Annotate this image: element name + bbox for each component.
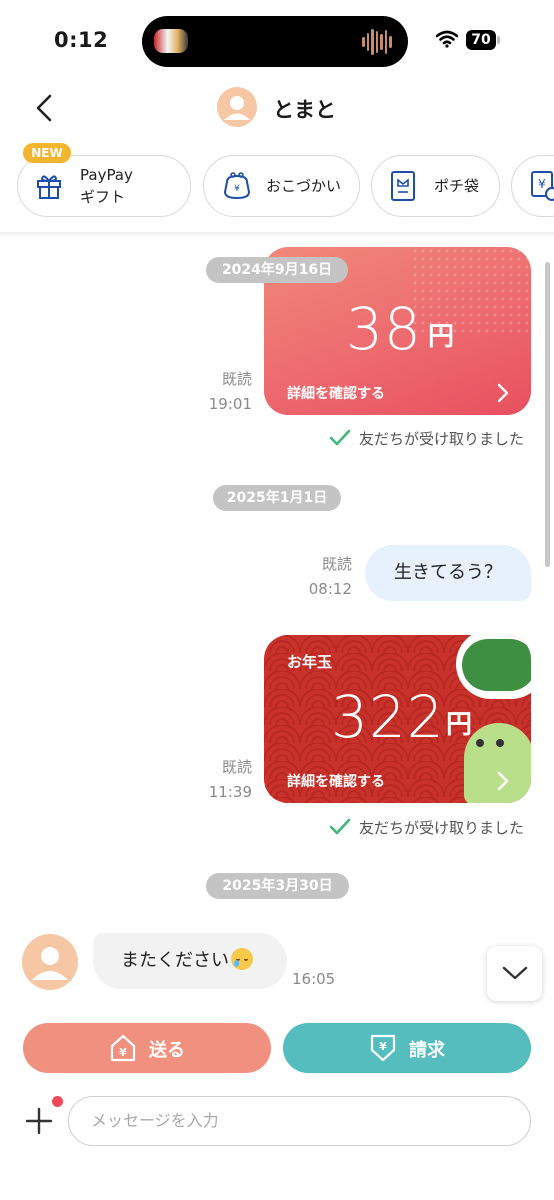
now-playing-artwork <box>154 29 188 53</box>
snake-eye-right <box>496 739 504 747</box>
svg-text:¥: ¥ <box>119 1046 127 1059</box>
chip-label-gift: ギフト <box>80 188 126 206</box>
card2-currency: 円 <box>446 710 473 740</box>
friend-avatar[interactable] <box>22 934 78 990</box>
envelope-icon <box>391 171 415 201</box>
chip-label-allowance: おこづかい <box>266 177 342 195</box>
card2-detail-link[interactable]: 詳細を確認する <box>287 771 385 791</box>
date-separator-2: 2025年1月1日 <box>213 485 341 511</box>
audio-waveform-icon <box>362 28 393 56</box>
svg-text:¥: ¥ <box>234 184 240 194</box>
status-time: 0:12 <box>54 28 109 52</box>
text1-read-status: 既読 <box>321 555 352 573</box>
send-label: 送る <box>149 1040 185 1061</box>
scroll-to-bottom-button[interactable] <box>487 946 542 1001</box>
chat-scrollbar[interactable] <box>545 262 550 567</box>
chevron-right-icon <box>497 383 509 403</box>
dynamic-island <box>142 16 408 67</box>
card1-read-status: 既読 <box>221 370 252 388</box>
status-bar: 0:12 70 <box>0 0 554 84</box>
incoming-message-bubble[interactable]: またください <box>93 933 287 989</box>
pine-leaves <box>462 639 531 691</box>
gift-icon <box>37 175 61 199</box>
check-icon <box>329 818 351 835</box>
contact-name: とまと <box>273 98 336 122</box>
wallet-icon: ¥ <box>223 172 251 200</box>
incoming-time: 16:05 <box>292 970 336 988</box>
chevron-down-icon <box>502 966 528 980</box>
pochibukuro-chip[interactable]: ポチ袋 <box>371 155 500 217</box>
send-button[interactable]: ¥ 送る <box>23 1023 271 1073</box>
header-divider <box>0 232 554 238</box>
battery-tip <box>497 36 500 44</box>
plus-button[interactable] <box>24 1106 54 1136</box>
date-separator-1: 2024年9月16日 <box>206 257 348 283</box>
quick-actions-row: PayPay ギフト ¥ おこづかい ポチ袋 ¥ <box>0 150 554 222</box>
snake-mascot <box>464 723 531 803</box>
card1-time: 19:01 <box>208 395 252 413</box>
person-icon <box>32 947 68 980</box>
person-icon <box>224 96 250 120</box>
request-button[interactable]: ¥ 請求 <box>283 1023 531 1073</box>
outgoing-message-bubble[interactable]: 生きてるう？ <box>365 545 531 601</box>
paypay-gift-chip[interactable]: PayPay ギフト <box>17 155 191 217</box>
incoming-message-text: またください <box>121 950 229 971</box>
card1-amount: 38 <box>346 295 422 363</box>
payment-card-2[interactable]: お年玉 322 円 詳細を確認する <box>264 635 531 803</box>
chevron-right-icon <box>497 771 509 791</box>
chip-label-paypay: PayPay <box>80 166 133 184</box>
new-badge: NEW <box>23 143 71 163</box>
svg-text:¥: ¥ <box>379 1040 387 1053</box>
contact-avatar[interactable] <box>217 87 257 127</box>
card2-received-text: 友だちが受け取りました <box>359 819 525 837</box>
card2-title: お年玉 <box>287 653 333 671</box>
card2-amount: 322 <box>331 683 445 751</box>
chip-label-pochibukuro: ポチ袋 <box>434 177 480 195</box>
crying-face-emoji-icon <box>231 948 253 970</box>
request-money-icon: ¥ <box>370 1034 396 1062</box>
notification-dot <box>52 1096 63 1107</box>
chat-header: とまと <box>0 84 554 134</box>
message-input[interactable]: メッセージを入力 <box>68 1096 531 1146</box>
text1-time: 08:12 <box>308 580 352 598</box>
allowance-chip[interactable]: ¥ おこづかい <box>203 155 360 217</box>
scheduled-payment-icon: ¥ <box>531 171 554 201</box>
wifi-icon <box>436 30 458 48</box>
card1-detail-link[interactable]: 詳細を確認する <box>287 383 385 403</box>
card1-currency: 円 <box>428 322 455 352</box>
back-button[interactable] <box>30 90 60 126</box>
date-separator-3: 2025年3月30日 <box>206 873 349 899</box>
check-icon <box>329 429 351 446</box>
send-money-icon: ¥ <box>110 1034 136 1062</box>
request-label: 請求 <box>409 1040 445 1061</box>
card1-received-text: 友だちが受け取りました <box>359 430 525 448</box>
card2-time: 11:39 <box>208 783 252 801</box>
battery-level: 70 <box>466 30 496 50</box>
card2-read-status: 既読 <box>221 758 252 776</box>
svg-text:¥: ¥ <box>538 177 546 191</box>
snake-eye-left <box>476 739 484 747</box>
scheduled-payment-chip[interactable]: ¥ <box>511 155 554 217</box>
